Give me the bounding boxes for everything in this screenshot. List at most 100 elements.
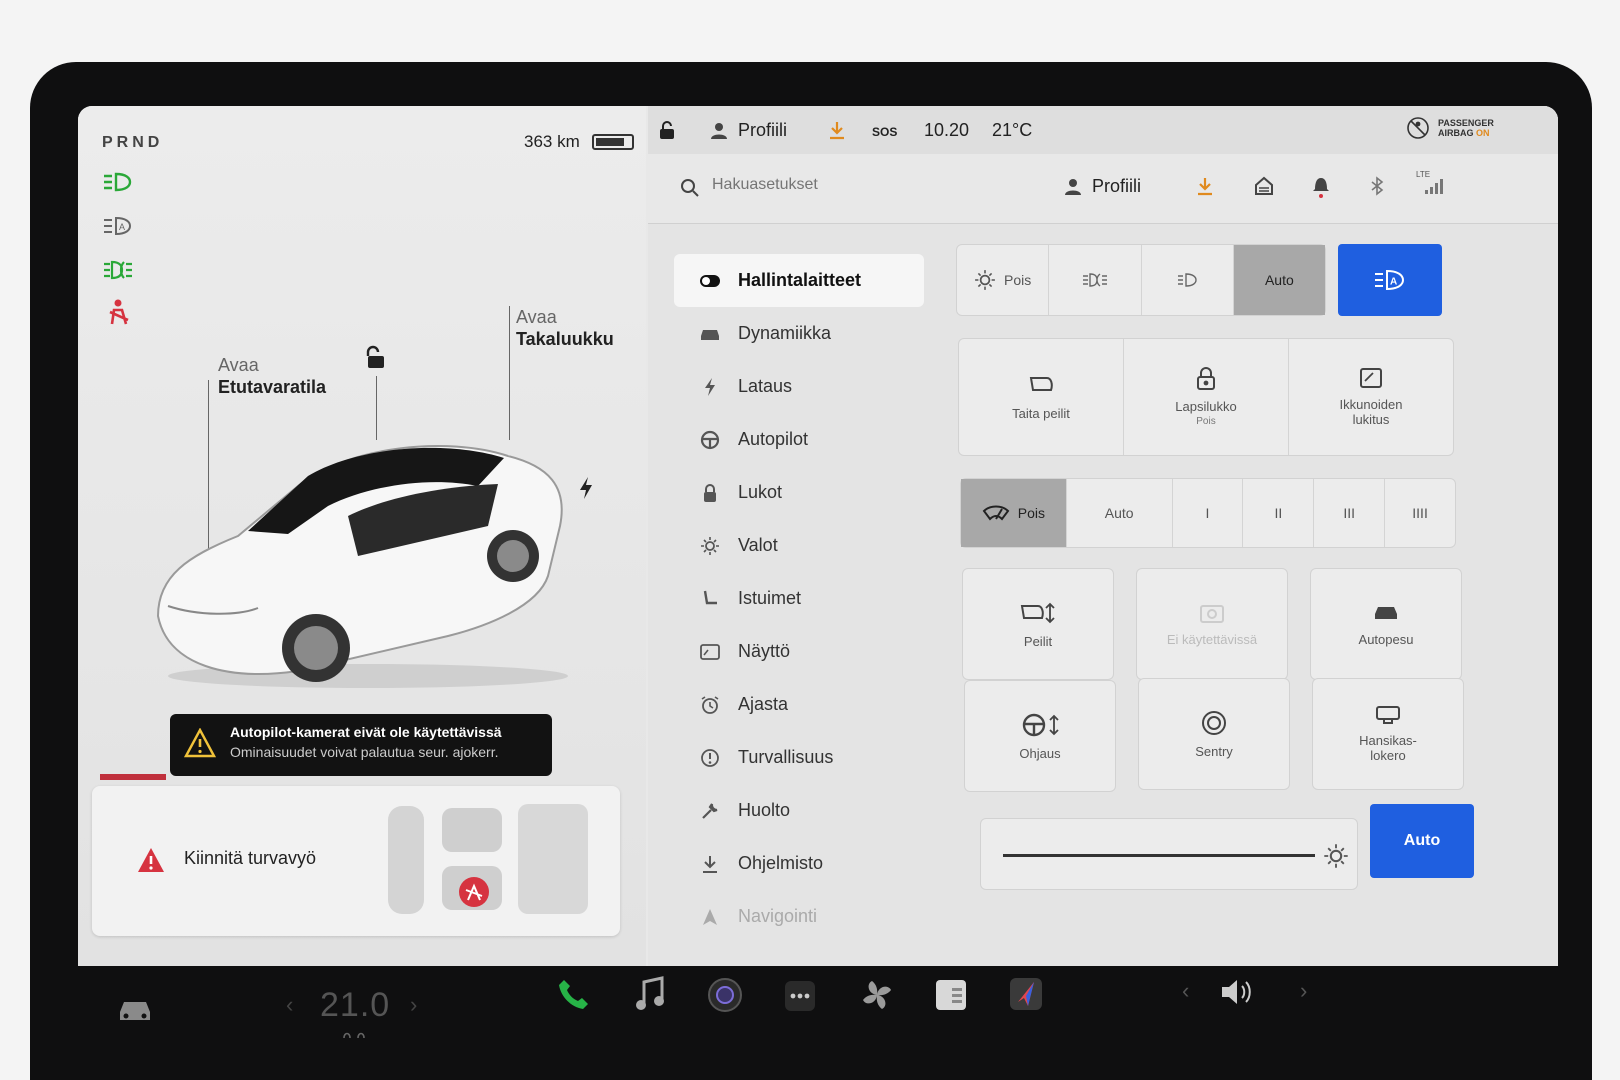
headlights-auto-option[interactable]: Auto [1233,245,1325,315]
window-lock-button[interactable]: Ikkunoiden lukitus [1289,339,1453,455]
seat-heater-icon[interactable] [340,1028,374,1042]
alert-title: Autopilot-kamerat eivät ole käytettäviss… [230,724,502,740]
phone-icon[interactable] [556,976,592,1012]
trunk-label[interactable]: Avaa Takaluukku [516,306,614,350]
trunk-pointer-line [509,306,510,440]
nav-item-lights[interactable]: Valot [674,519,924,572]
software-update-icon[interactable] [1196,176,1214,196]
volume-increase-chevron-icon[interactable]: › [1300,978,1307,1004]
search-row: Profiili LTE [648,154,1558,224]
search-profile-label[interactable]: Profiili [1092,176,1141,197]
charge-port-bolt-icon[interactable] [578,476,594,500]
wipers-speed-2-option[interactable]: II [1243,479,1315,547]
bottom-dock: ‹ 21.0 › ‹ › [78,966,1558,1080]
gear-selector: PRND [102,134,164,151]
sos-label[interactable]: SOS [872,125,897,139]
settings-nav: Hallintalaitteet Dynamiikka Lataus Autop… [674,254,924,943]
brightness-slider-track[interactable] [1003,854,1315,857]
nav-item-schedule[interactable]: Ajasta [674,678,924,731]
wrench-icon [698,801,722,821]
navigation-app-icon[interactable] [1008,976,1044,1012]
clock: 10.20 [924,120,970,140]
svg-text:A: A [119,222,125,232]
profile-icon [711,123,727,139]
search-icon [681,179,699,197]
steering-adjust-button[interactable]: Ohjaus [964,680,1116,792]
nav-item-software[interactable]: Ohjelmisto [674,837,924,890]
mirror-adjust-icon [1020,602,1055,623]
cabin-temperature[interactable]: 21.0 [320,986,390,1025]
settings-search-input[interactable] [712,176,1012,194]
car-wash-icon [1375,606,1397,619]
notification-bell-icon[interactable] [1312,174,1330,198]
status-profile-label[interactable]: Profiili [738,120,787,141]
auto-high-beam-button[interactable]: A [1338,244,1442,316]
seatbelt-warning-card: Kiinnitä turvavyö [92,786,620,936]
nav-item-navigation[interactable]: Navigointi [674,890,924,943]
nav-item-seats[interactable]: Istuimet [674,572,924,625]
touchscreen: PRND 363 km A Avaa Etutavaratila Avaa Ta… [78,106,1558,966]
child-lock-button[interactable]: Lapsilukko Pois [1124,339,1289,455]
nav-item-controls[interactable]: Hallintalaitteet [674,254,924,307]
volume-icon[interactable] [1218,976,1258,1008]
camera-app-icon[interactable] [706,976,744,1014]
calendar-icon[interactable] [934,978,968,1012]
brightness-auto-button[interactable]: Auto [1370,804,1474,878]
seatbelt-warning-icon [109,299,129,325]
auto-headlight-icon: A [104,216,132,236]
car-status-panel: PRND 363 km A Avaa Etutavaratila Avaa Ta… [78,106,646,966]
car-wash-button[interactable]: Autopesu [1310,568,1462,680]
lock-status-icon[interactable] [658,120,676,140]
nav-item-dynamics[interactable]: Dynamiikka [674,307,924,360]
autopilot-camera-alert: Autopilot-kamerat eivät ole käytettäviss… [170,714,552,776]
sentry-mode-button[interactable]: Sentry [1138,678,1290,790]
cellular-signal-icon [1425,179,1443,194]
camera-icon [1200,604,1224,623]
nav-item-display[interactable]: Näyttö [674,625,924,678]
nav-item-locks[interactable]: Lukot [674,466,924,519]
wipers-auto-option[interactable]: Auto [1067,479,1173,547]
passenger-airbag-icon [1407,117,1429,139]
bolt-icon [698,377,722,397]
steering-wheel-icon [698,430,722,450]
nav-item-autopilot[interactable]: Autopilot [674,413,924,466]
display-brightness-slider[interactable] [980,818,1358,890]
temp-increase-chevron-icon[interactable]: › [410,992,417,1018]
headlights-off-option[interactable]: Pois [957,245,1050,315]
seatbelt-indicator-bar [100,774,166,780]
navigation-icon [698,907,722,927]
low-beam-option[interactable] [1142,245,1234,315]
music-icon[interactable] [634,976,666,1014]
car-icon[interactable] [116,994,154,1026]
more-apps-icon[interactable] [784,980,816,1012]
wipers-speed-4-option[interactable]: IIII [1385,479,1455,547]
fold-mirrors-button[interactable]: Taita peilit [959,339,1124,455]
nav-item-service[interactable]: Huolto [674,784,924,837]
volume-decrease-chevron-icon[interactable]: ‹ [1182,978,1189,1004]
wipers-speed-3-option[interactable]: III [1314,479,1386,547]
alarm-clock-icon [698,695,722,715]
headlight-icon [104,172,132,192]
unlock-icon[interactable] [362,344,388,370]
headlight-mode-selector: Pois Auto [956,244,1326,316]
software-update-icon[interactable] [828,120,846,140]
frunk-label[interactable]: Avaa Etutavaratila [218,354,326,398]
temp-decrease-chevron-icon[interactable]: ‹ [286,992,293,1018]
mirror-adjust-button[interactable]: Peilit [962,568,1114,680]
bluetooth-icon[interactable] [1370,176,1384,196]
mirror-icon [1029,376,1053,391]
parking-light-icon [1082,273,1107,287]
seat-occupancy-diagram [388,804,588,914]
nav-item-safety[interactable]: Turvallisuus [674,731,924,784]
nav-item-charging[interactable]: Lataus [674,360,924,413]
glovebox-icon [1376,706,1400,724]
wiper-speed-selector: Pois Auto I II III IIII [960,478,1456,548]
homelink-garage-icon[interactable] [1254,176,1274,196]
outside-temperature: 21°C [992,120,1033,140]
glovebox-button[interactable]: Hansikas- lokero [1312,678,1464,790]
wipers-off-option[interactable]: Pois [961,479,1067,547]
parking-lights-option[interactable] [1049,245,1142,315]
climate-fan-icon[interactable] [858,976,896,1014]
wipers-speed-1-option[interactable]: I [1173,479,1244,547]
warning-triangle-icon [184,728,216,758]
